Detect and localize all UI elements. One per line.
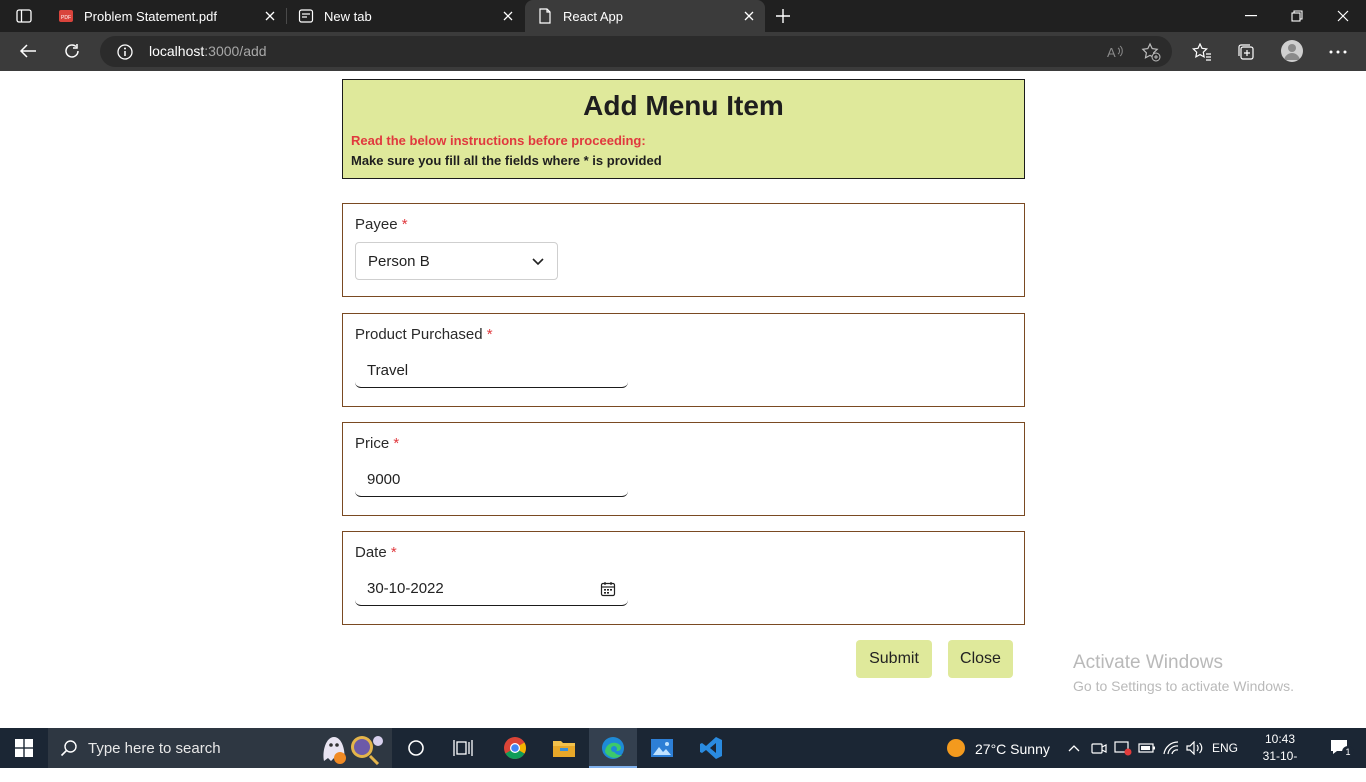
price-field-group: Price * 9000 <box>342 422 1025 516</box>
close-window-icon[interactable] <box>1320 0 1366 32</box>
taskbar-search-box[interactable]: Type here to search <box>48 728 392 768</box>
instruction-text: Make sure you fill all the fields where … <box>351 153 662 168</box>
weather-text[interactable]: 27°C Sunny <box>975 741 1050 757</box>
file-explorer-icon[interactable] <box>540 728 588 768</box>
windows-taskbar: Type here to search 27°C Sunny ENG 10:43… <box>0 728 1366 780</box>
browser-tab-bar: PDF Problem Statement.pdf New tab React … <box>0 0 1366 32</box>
security-alert-icon[interactable] <box>1112 728 1134 768</box>
chrome-icon[interactable] <box>491 728 539 768</box>
address-bar[interactable]: localhost:3000/add A <box>100 36 1172 67</box>
instructions-banner: Add Menu Item Read the below instruction… <box>342 79 1025 179</box>
windows-start-icon[interactable] <box>0 728 48 768</box>
favorites-icon[interactable] <box>1190 40 1214 64</box>
calendar-icon[interactable] <box>600 581 616 597</box>
cortana-icon[interactable] <box>394 728 438 768</box>
url-text: localhost:3000/add <box>149 43 267 59</box>
tab-problem-statement[interactable]: PDF Problem Statement.pdf <box>46 0 286 32</box>
product-input[interactable]: Travel <box>355 352 628 388</box>
price-label: Price * <box>355 435 400 452</box>
read-aloud-icon[interactable]: A <box>1105 42 1125 62</box>
notification-center-icon[interactable]: 1 <box>1330 738 1354 758</box>
activate-windows-watermark: Activate Windows Go to Settings to activ… <box>1073 652 1294 694</box>
payee-selected-value: Person B <box>368 253 430 270</box>
vscode-icon[interactable] <box>687 728 735 768</box>
search-placeholder: Type here to search <box>88 740 221 757</box>
date-value: 30-10-2022 <box>367 580 444 597</box>
chevron-down-icon <box>531 254 545 268</box>
volume-icon[interactable] <box>1184 728 1206 768</box>
tab-title: Problem Statement.pdf <box>84 8 217 24</box>
date-label: Date * <box>355 544 397 561</box>
product-label: Product Purchased * <box>355 326 493 343</box>
close-button[interactable]: Close <box>948 640 1013 678</box>
tab-title: New tab <box>324 8 372 24</box>
tab-new-tab[interactable]: New tab <box>286 0 524 32</box>
task-view-icon[interactable] <box>441 728 485 768</box>
wifi-icon[interactable] <box>1160 728 1182 768</box>
refresh-icon[interactable] <box>57 37 87 65</box>
payee-field-group: Payee * Person B <box>342 203 1025 297</box>
taskbar-clock[interactable]: 10:43 31-10-2022 <box>1250 731 1310 782</box>
back-arrow-icon[interactable] <box>13 37 43 65</box>
site-info-icon[interactable] <box>116 43 134 61</box>
new-tab-plus-icon[interactable] <box>772 5 794 27</box>
svg-text:PDF: PDF <box>61 15 71 21</box>
close-tab-icon[interactable] <box>500 8 516 24</box>
page-icon <box>537 8 553 24</box>
add-favorite-icon[interactable] <box>1141 42 1161 62</box>
product-value: Travel <box>367 362 409 379</box>
collections-icon[interactable] <box>1234 40 1258 64</box>
clock-date: 31-10-2022 <box>1262 749 1298 780</box>
watermark-title: Activate Windows <box>1073 652 1223 673</box>
edge-icon[interactable] <box>589 728 637 768</box>
notification-count: 1 <box>1342 746 1354 758</box>
instruction-warning: Read the below instructions before proce… <box>351 133 646 148</box>
restore-icon[interactable] <box>1274 0 1320 32</box>
tab-actions-icon[interactable] <box>12 6 36 26</box>
tab-title: React App <box>563 8 623 24</box>
meet-now-icon[interactable] <box>1088 728 1110 768</box>
more-options-icon[interactable] <box>1326 40 1350 64</box>
product-field-group: Product Purchased * Travel <box>342 313 1025 407</box>
page-content: Add Menu Item Read the below instruction… <box>0 71 1366 728</box>
price-value: 9000 <box>367 471 401 488</box>
payee-label: Payee * <box>355 216 408 233</box>
tab-react-app[interactable]: React App <box>525 0 765 32</box>
payee-select[interactable]: Person B <box>355 242 558 280</box>
page-title: Add Menu Item <box>583 90 784 121</box>
close-tab-icon[interactable] <box>262 8 278 24</box>
profile-avatar[interactable] <box>1281 40 1303 62</box>
new-tab-page-icon <box>298 8 314 24</box>
svg-text:A: A <box>1107 45 1116 60</box>
search-icon <box>60 739 78 757</box>
submit-button[interactable]: Submit <box>856 640 932 678</box>
photos-icon[interactable] <box>638 728 686 768</box>
halloween-search-highlight-icon[interactable] <box>314 731 390 766</box>
weather-sun-icon[interactable] <box>940 728 972 768</box>
battery-icon[interactable] <box>1136 728 1158 768</box>
language-indicator[interactable]: ENG <box>1212 741 1238 755</box>
minimize-icon[interactable] <box>1228 0 1274 32</box>
pdf-icon: PDF <box>58 8 74 24</box>
price-input[interactable]: 9000 <box>355 461 628 497</box>
close-tab-icon[interactable] <box>741 8 757 24</box>
chevron-up-icon[interactable] <box>1064 728 1084 768</box>
watermark-subtitle: Go to Settings to activate Windows. <box>1073 678 1294 694</box>
date-field-group: Date * 30-10-2022 <box>342 531 1025 625</box>
browser-toolbar: localhost:3000/add A <box>0 32 1366 71</box>
clock-time: 10:43 <box>1264 732 1296 746</box>
date-input[interactable]: 30-10-2022 <box>355 570 628 606</box>
